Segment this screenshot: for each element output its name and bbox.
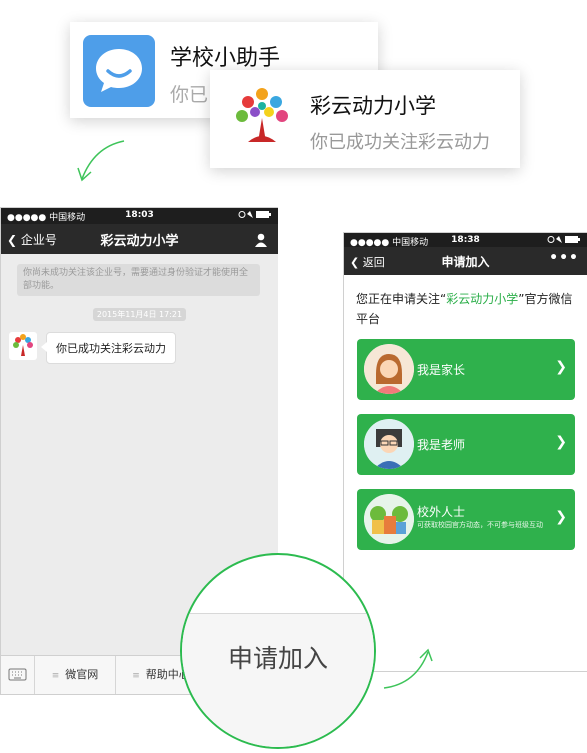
school-subtitle: 你已成功关注彩云动力	[310, 132, 490, 153]
intro-prefix: 您正在申请关注“	[356, 292, 447, 306]
parent-avatar-icon	[364, 344, 414, 394]
role-label: 校外人士	[417, 505, 466, 519]
chevron-right-icon: ❯	[555, 509, 567, 525]
nav-bar: ❮ 企业号 彩云动力小学	[1, 224, 278, 254]
message-timestamp: 2015年11月4日 17:21	[93, 308, 186, 321]
person-icon[interactable]	[254, 232, 268, 251]
chat-title: 彩云动力小学	[100, 234, 179, 249]
role-label: 我是家长	[417, 363, 466, 377]
nav-bar: ❮ 返回 申请加入 •••	[344, 247, 587, 275]
chat-bubble-smile-icon	[83, 35, 155, 107]
houses-icon	[364, 494, 414, 544]
school-avatar	[9, 332, 37, 360]
assistant-subtitle: 你已	[170, 84, 209, 106]
school-tree-logo	[228, 84, 296, 154]
curved-arrow-icon	[383, 648, 433, 689]
magnified-apply-label[interactable]: 申请加入	[182, 639, 374, 675]
intro-text: 您正在申请关注“彩云动力小学”官方微信平台	[356, 289, 577, 329]
role-button-teacher[interactable]: 我是老师 ❯	[357, 414, 575, 475]
curved-arrow-icon	[77, 140, 125, 182]
menu-label: 微官网	[65, 668, 99, 681]
role-description: 可获取校园官方动态，不可参与班级互动	[417, 521, 543, 529]
magnified-menu-bar	[182, 613, 374, 747]
teacher-avatar-icon	[364, 419, 414, 469]
school-name-link: 彩云动力小学	[446, 292, 519, 306]
menu-lines-icon: ≡	[132, 671, 140, 681]
status-time: 18:03	[125, 210, 154, 220]
chevron-right-icon: ❯	[555, 359, 567, 375]
role-button-parent[interactable]: 我是家长 ❯	[357, 339, 575, 400]
notification-card-school: 彩云动力小学 你已成功关注彩云动力	[210, 70, 520, 168]
apply-join-screen: ●●●●● 中国移动 18:38 ❮ 返回 申请加入 ••• 您正在申请关注“彩…	[343, 232, 587, 672]
verification-notice: 你尚未成功关注该企业号，需要通过身份验证才能使用全部功能。	[17, 264, 260, 296]
status-bar: ●●●●● 中国移动 18:38	[344, 233, 587, 248]
status-bar: ●●●●● 中国移动 18:03	[1, 208, 278, 224]
chevron-right-icon: ❯	[555, 434, 567, 450]
message-bubble: 你已成功关注彩云动力	[41, 332, 176, 364]
magnifier-callout: 申请加入	[180, 553, 376, 749]
more-icon[interactable]: •••	[549, 250, 579, 266]
battery-icon	[547, 235, 581, 247]
role-label: 我是老师	[417, 438, 466, 452]
battery-icon	[238, 210, 272, 222]
keyboard-toggle-icon[interactable]	[1, 656, 35, 694]
menu-lines-icon: ≡	[51, 671, 60, 681]
school-title: 彩云动力小学	[310, 94, 436, 118]
menu-item-website[interactable]: ≡ 微官网	[35, 656, 116, 694]
role-button-visitor[interactable]: 校外人士 可获取校园官方动态，不可参与班级互动 ❯	[357, 489, 575, 550]
assistant-title: 学校小助手	[170, 46, 281, 71]
